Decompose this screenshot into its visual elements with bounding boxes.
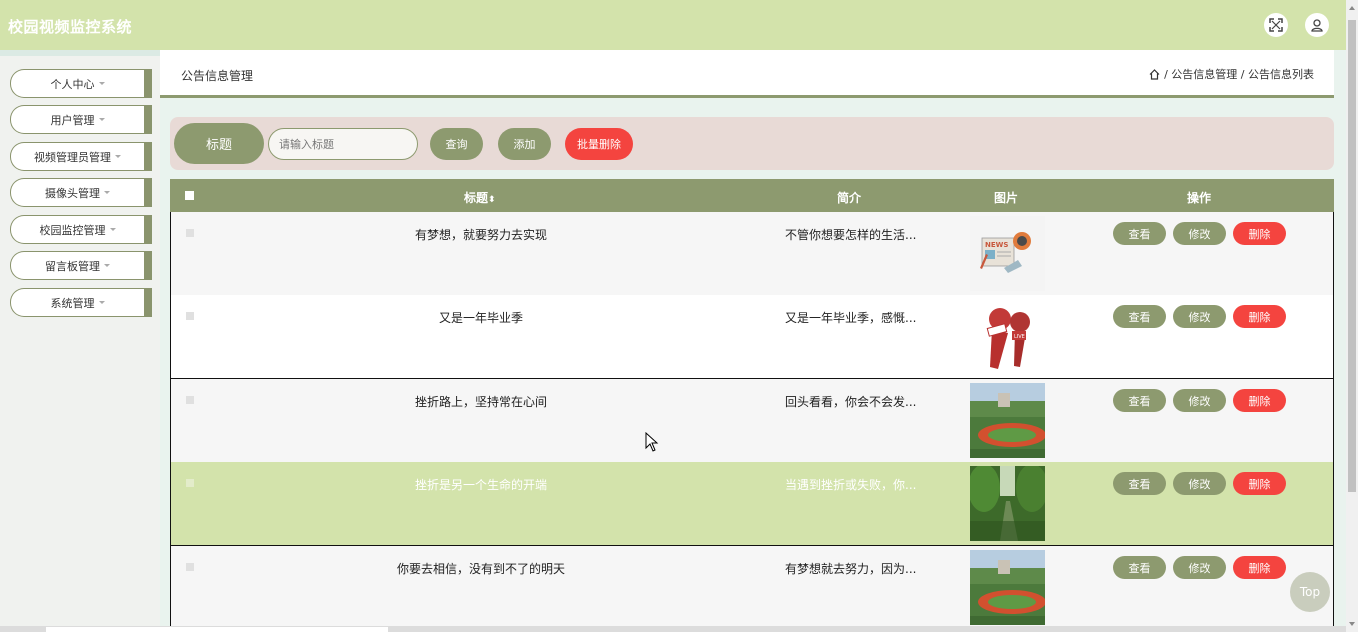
svg-text:LIVE: LIVE	[1014, 334, 1025, 340]
page-header: 公告信息管理 / 公告信息管理 / 公告信息列表	[160, 50, 1334, 98]
home-icon[interactable]	[1149, 68, 1160, 80]
news-illustration: NEWS	[970, 216, 1045, 291]
horizontal-scrollbar[interactable]	[0, 626, 1346, 632]
scroll-down-icon[interactable]	[1349, 622, 1355, 626]
breadcrumb-level2: 公告信息列表	[1248, 68, 1314, 81]
caret-down-icon	[98, 301, 105, 304]
edit-button[interactable]: 修改	[1173, 222, 1226, 245]
sidebar-item-video-admin-management[interactable]: 视频管理员管理	[10, 142, 152, 171]
edit-button[interactable]: 修改	[1173, 305, 1226, 328]
row-intro: 又是一年毕业季，感慨...	[785, 311, 917, 325]
view-button[interactable]: 查看	[1113, 472, 1166, 495]
search-bar: 标题 查询 添加 批量删除	[170, 117, 1334, 170]
row-intro: 当遇到挫折或失败，你...	[785, 478, 917, 492]
breadcrumb-level1[interactable]: 公告信息管理	[1171, 66, 1237, 82]
query-button[interactable]: 查询	[430, 128, 483, 160]
campus-track-photo	[970, 383, 1045, 458]
table-row: 你要去相信，没有到不了的明天 有梦想就去努力，因为... 查看 修改 删除	[170, 546, 1334, 626]
column-header-intro: 简介	[837, 191, 862, 205]
tree-avenue-photo	[970, 466, 1045, 541]
delete-button[interactable]: 删除	[1233, 472, 1286, 495]
table-row: 挫折路上，坚持常在心间 回头看看，你会不会发... 查看 修改 删除	[170, 379, 1334, 463]
sidebar-item-label: 摄像头管理	[45, 186, 100, 200]
delete-button[interactable]: 删除	[1233, 222, 1286, 245]
sidebar-item-system-management[interactable]: 系统管理	[10, 288, 152, 317]
sidebar-item-label: 个人中心	[50, 77, 95, 91]
top-bar: 校园视频监控系统	[0, 0, 1346, 50]
breadcrumb: / 公告信息管理 / 公告信息列表	[1149, 66, 1314, 82]
search-input[interactable]	[268, 128, 418, 160]
row-intro: 有梦想就去努力，因为...	[785, 562, 917, 576]
sidebar-item-label: 系统管理	[50, 296, 95, 310]
row-checkbox[interactable]	[186, 229, 194, 237]
edit-button[interactable]: 修改	[1173, 556, 1226, 579]
sidebar-item-label: 视频管理员管理	[34, 150, 111, 164]
fullscreen-icon[interactable]	[1264, 13, 1288, 37]
page-title: 公告信息管理	[181, 69, 254, 83]
edit-button[interactable]: 修改	[1173, 472, 1226, 495]
caret-down-icon	[104, 191, 110, 194]
view-button[interactable]: 查看	[1113, 556, 1166, 579]
edit-button[interactable]: 修改	[1173, 389, 1226, 412]
sidebar-item-label: 留言板管理	[45, 259, 100, 273]
sidebar: 个人中心 用户管理 视频管理员管理 摄像头管理 校园监控管理 留言板管理 系统管…	[0, 50, 160, 626]
row-title: 有梦想，就要努力去实现	[414, 228, 547, 242]
app-title: 校园视频监控系统	[8, 18, 133, 36]
sidebar-item-campus-monitor-management[interactable]: 校园监控管理	[10, 215, 152, 244]
row-title: 挫折路上，坚持常在心间	[414, 395, 547, 409]
add-button[interactable]: 添加	[498, 128, 551, 160]
view-button[interactable]: 查看	[1113, 389, 1166, 412]
sidebar-item-camera-management[interactable]: 摄像头管理	[10, 178, 152, 207]
caret-down-icon	[109, 228, 116, 231]
table-row: 有梦想，就要努力去实现 不管你想要怎样的生活... NEWS 查看 修改 删除	[170, 212, 1334, 296]
row-checkbox[interactable]	[186, 396, 194, 404]
column-header-title[interactable]: 标题⬍	[464, 189, 496, 206]
scrollbar-thumb[interactable]	[46, 627, 388, 632]
delete-button[interactable]: 删除	[1233, 556, 1286, 579]
batch-delete-button[interactable]: 批量删除	[565, 128, 633, 160]
sidebar-item-label: 用户管理	[50, 113, 95, 127]
caret-down-icon	[115, 155, 121, 158]
sidebar-item-personal-center[interactable]: 个人中心	[10, 69, 152, 98]
svg-text:NEWS: NEWS	[985, 241, 1008, 249]
row-checkbox[interactable]	[186, 479, 194, 487]
row-intro: 回头看看，你会不会发...	[785, 395, 917, 409]
caret-down-icon	[98, 118, 105, 121]
sidebar-item-message-board-management[interactable]: 留言板管理	[10, 251, 152, 280]
row-checkbox[interactable]	[186, 563, 194, 571]
scroll-up-icon[interactable]	[1349, 6, 1355, 10]
row-intro: 不管你想要怎样的生活...	[785, 228, 917, 242]
row-title: 挫折是另一个生命的开端	[414, 478, 547, 492]
caret-down-icon	[104, 264, 110, 267]
view-button[interactable]: 查看	[1113, 222, 1166, 245]
breadcrumb-separator: /	[1164, 67, 1168, 81]
column-header-image: 图片	[994, 191, 1019, 205]
mouse-pointer-icon	[645, 431, 659, 455]
table-header: 标题⬍ 简介 图片 操作	[170, 179, 1334, 212]
campus-track-photo	[970, 550, 1045, 625]
sidebar-item-user-management[interactable]: 用户管理	[10, 105, 152, 134]
delete-button[interactable]: 删除	[1233, 389, 1286, 412]
column-title-label: 标题	[464, 191, 489, 205]
select-all-checkbox[interactable]	[185, 191, 194, 200]
sort-icon[interactable]: ⬍	[488, 195, 496, 205]
delete-button[interactable]: 删除	[1233, 305, 1286, 328]
column-header-actions: 操作	[1187, 191, 1212, 205]
table-row: 又是一年毕业季 又是一年毕业季，感慨... LIVE 查看 修改 删除	[170, 295, 1334, 379]
back-to-top-button[interactable]: Top	[1290, 572, 1330, 612]
user-icon[interactable]	[1305, 13, 1329, 37]
vertical-scrollbar[interactable]	[1346, 0, 1358, 632]
sidebar-item-label: 校园监控管理	[39, 223, 106, 237]
breadcrumb-separator: /	[1240, 67, 1245, 81]
table-row: 挫折是另一个生命的开端 当遇到挫折或失败，你... 查看 修改 删除	[170, 462, 1334, 546]
microphones-illustration: LIVE	[970, 299, 1045, 374]
scrollbar-thumb[interactable]	[1348, 20, 1356, 492]
caret-down-icon	[98, 82, 105, 85]
view-button[interactable]: 查看	[1113, 305, 1166, 328]
search-label: 标题	[174, 123, 264, 164]
row-title: 你要去相信，没有到不了的明天	[396, 562, 565, 576]
row-checkbox[interactable]	[186, 312, 194, 320]
row-title: 又是一年毕业季	[438, 311, 523, 325]
